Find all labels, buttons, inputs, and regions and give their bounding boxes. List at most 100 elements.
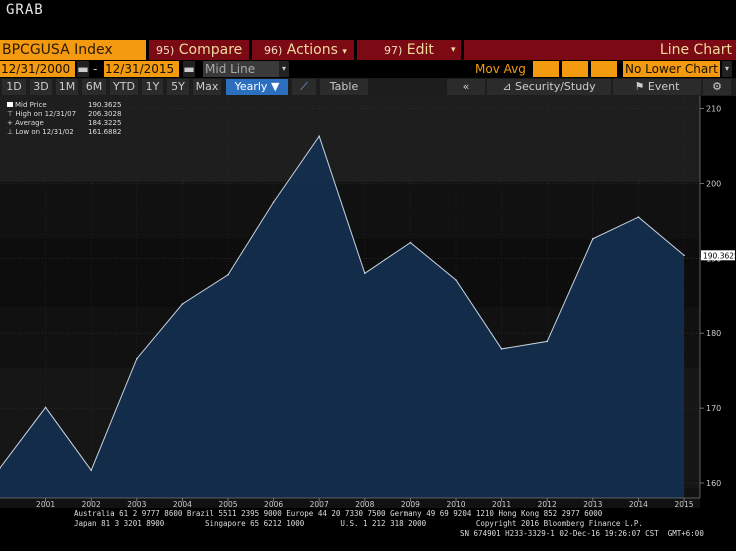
x-tick-label: 2007 <box>310 500 329 508</box>
mov-avg-field-3[interactable] <box>591 61 617 77</box>
data-point <box>683 254 685 257</box>
data-point <box>637 216 640 218</box>
chart-type-label: Line Chart <box>659 42 732 58</box>
average-marker-icon: + <box>7 119 13 127</box>
event-label: Event <box>647 80 680 93</box>
x-tick-label: 2011 <box>492 500 511 508</box>
date-separator-icon: - <box>93 62 98 76</box>
period-button-6m[interactable]: 6M <box>82 79 106 95</box>
line-chart-icon[interactable]: ⟋ <box>292 79 316 95</box>
data-point <box>592 238 594 240</box>
compare-number: 95) <box>156 44 175 57</box>
edit-number: 97) <box>384 44 403 57</box>
legend-low: ⊥ Low on 12/31/02 161.6882 <box>7 128 123 137</box>
data-point <box>181 303 184 305</box>
toolbar-divider <box>354 40 357 60</box>
event-button[interactable]: ⚑ Event <box>613 79 701 95</box>
study-icon: ⊿ <box>502 80 512 93</box>
window-title: GRAB <box>6 2 44 18</box>
toolbar-divider <box>146 40 149 60</box>
data-point <box>227 273 229 276</box>
line-chart: 160170180190200210 200120022003200420052… <box>0 96 736 508</box>
high-marker-icon: ⊤ <box>7 110 14 118</box>
y-tick-label: 200 <box>706 179 721 188</box>
function-toolbar: BPCGUSA Index 95) Compare 96) Actions ▾ … <box>0 40 736 60</box>
security-study-button[interactable]: ⊿ Security/Study <box>487 79 611 95</box>
low-marker-icon: ⊥ <box>7 128 14 136</box>
last-value-label: 190.3625 <box>703 251 736 260</box>
legend-high: ⊤ High on 12/31/07 206.3028 <box>7 110 123 119</box>
mov-avg-field-2[interactable] <box>562 61 588 77</box>
period-button-5y[interactable]: 5Y <box>167 79 189 95</box>
table-button[interactable]: Table <box>320 79 368 95</box>
x-tick-label: 2013 <box>583 500 602 508</box>
collapse-left-icon[interactable]: « <box>447 79 485 95</box>
period-button-1y[interactable]: 1Y <box>142 79 163 95</box>
chevron-down-icon[interactable]: ▾ <box>279 61 289 77</box>
data-point <box>500 348 503 350</box>
data-point <box>546 340 548 343</box>
y-tick-label: 170 <box>706 404 721 413</box>
last-value-marker: 190.3625 <box>701 250 736 261</box>
chevron-down-icon[interactable]: ▾ <box>722 61 732 77</box>
period-button-1m[interactable]: 1M <box>56 79 78 95</box>
actions-dropdown-icon: ▾ <box>342 47 347 57</box>
period-button-3d[interactable]: 3D <box>30 79 52 95</box>
legend-average: + Average 184.3225 <box>7 119 123 128</box>
date-range-row: 12/31/2000 ▬ - 12/31/2015 ▬ Mid Line ▾ M… <box>0 60 736 78</box>
footer-contacts-line2: Japan 81 3 3201 8900 Singapore 65 6212 1… <box>74 519 643 528</box>
y-axis-background <box>700 96 736 508</box>
edit-dropdown-icon[interactable]: ▾ <box>451 40 456 60</box>
x-tick-label: 2008 <box>355 500 374 508</box>
data-point <box>409 241 412 244</box>
gear-icon[interactable]: ⚙ <box>703 79 731 95</box>
legend-mid-price[interactable]: Mid Price 190.3625 <box>7 101 123 110</box>
frequency-label: Yearly <box>234 80 268 93</box>
footer: Australia 61 2 9777 8600 Brazil 5511 239… <box>0 508 736 551</box>
edit-button[interactable]: 97) Edit <box>384 40 434 60</box>
y-tick-label: 160 <box>706 479 721 488</box>
price-field-select[interactable]: Mid Line <box>203 61 279 77</box>
calendar-icon[interactable]: ▬ <box>183 61 195 77</box>
x-tick-label: 2001 <box>36 500 55 508</box>
legend-mid-price-label: Mid Price <box>15 101 47 109</box>
legend-average-value: 184.3225 <box>88 119 122 127</box>
start-date-field[interactable]: 12/31/2000 <box>0 61 75 77</box>
mov-avg-field-1[interactable] <box>533 61 559 77</box>
x-tick-label: 2009 <box>401 500 420 508</box>
x-tick-label: 2010 <box>446 500 465 508</box>
data-point <box>364 272 366 275</box>
calendar-icon[interactable]: ▬ <box>77 61 89 77</box>
data-point <box>455 279 457 281</box>
frequency-select[interactable]: Yearly ▼ <box>226 79 288 95</box>
period-button-ytd[interactable]: YTD <box>110 79 138 95</box>
data-point <box>44 406 47 409</box>
actions-number: 96) <box>264 44 283 57</box>
legend-low-value: 161.6882 <box>88 128 122 136</box>
data-point <box>318 135 321 138</box>
footer-serial-line: SN 674901 H233-3329-1 02-Dec-16 19:26:07… <box>460 529 704 538</box>
x-tick-label: 2004 <box>173 500 192 508</box>
ticker-field[interactable]: BPCGUSA Index <box>0 40 146 60</box>
legend-mid-price-value: 190.3625 <box>88 101 122 109</box>
period-button-max[interactable]: Max <box>193 79 221 95</box>
toolbar-divider <box>249 40 252 60</box>
edit-label: Edit <box>406 42 434 58</box>
actions-button[interactable]: 96) Actions ▾ <box>264 40 347 60</box>
y-tick-label: 180 <box>706 329 721 338</box>
x-tick-label: 2012 <box>538 500 557 508</box>
end-date-field[interactable]: 12/31/2015 <box>104 61 179 77</box>
toolbar-divider <box>461 40 464 60</box>
security-study-label: Security/Study <box>515 80 596 93</box>
lower-chart-select[interactable]: No Lower Chart <box>623 61 720 77</box>
x-tick-label: 2005 <box>218 500 237 508</box>
chevron-down-icon: ▼ <box>270 80 280 93</box>
compare-button[interactable]: 95) Compare <box>156 40 242 60</box>
legend-high-label: High on 12/31/07 <box>15 110 77 118</box>
y-tick-label: 210 <box>706 104 721 113</box>
chart-legend: Mid Price 190.3625 ⊤ High on 12/31/07 20… <box>4 99 126 139</box>
legend-swatch <box>7 102 13 107</box>
data-point <box>272 201 275 203</box>
period-button-1d[interactable]: 1D <box>2 79 26 95</box>
data-point <box>90 469 92 472</box>
